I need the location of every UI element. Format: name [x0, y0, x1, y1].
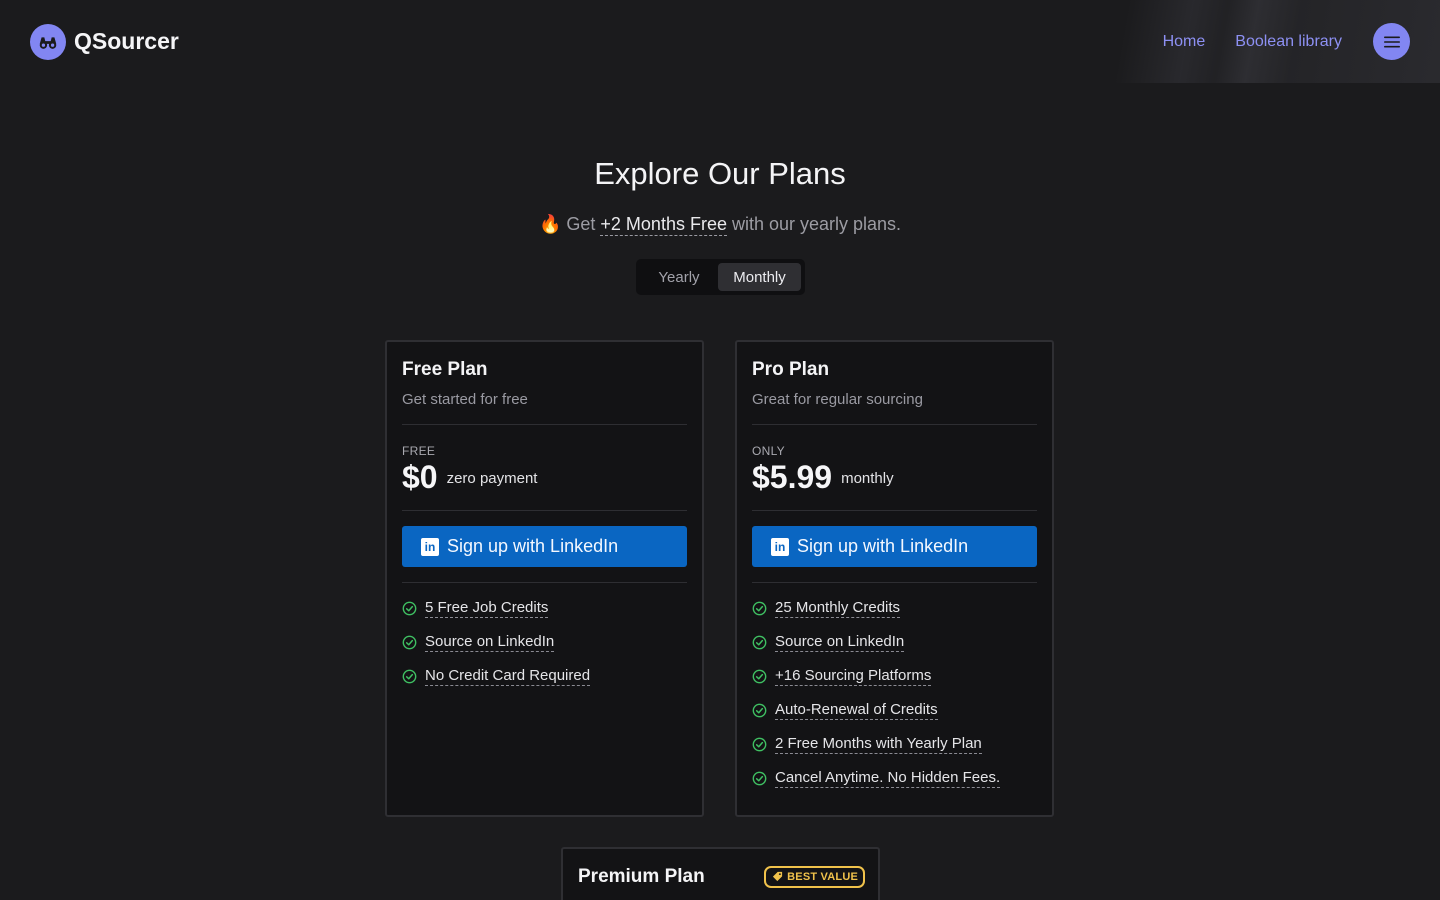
check-circle-icon [752, 771, 767, 785]
feature-text: 5 Free Job Credits [425, 598, 549, 618]
check-circle-icon [402, 669, 417, 683]
main-nav: Home Boolean library [1163, 23, 1410, 60]
signup-label: Sign up with LinkedIn [797, 536, 969, 556]
binoculars-icon [30, 23, 66, 60]
signup-label: Sign up with LinkedIn [447, 536, 619, 556]
feature-text: Cancel Anytime. No Hidden Fees. [775, 768, 1001, 788]
top-header: QSourcer Home Boolean library [0, 0, 1440, 83]
feature-list: 25 Monthly Credits Source on LinkedIn +1… [752, 591, 1037, 795]
menu-button[interactable] [1373, 23, 1410, 60]
check-circle-icon [752, 703, 767, 717]
plan-card-free: Free Plan Get started for free FREE $0 z… [385, 340, 704, 817]
hero-subtitle: 🔥 Get +2 Months Free with our yearly pla… [0, 214, 1440, 236]
divider [752, 510, 1037, 511]
list-item: Source on LinkedIn [402, 625, 687, 659]
feature-text: No Credit Card Required [425, 666, 591, 686]
check-circle-icon [752, 737, 767, 751]
brand[interactable]: QSourcer [30, 23, 179, 60]
plan-card-premium: Premium Plan BEST VALUE [561, 847, 880, 900]
best-value-badge: BEST VALUE [764, 865, 865, 888]
price-row: $5.99 monthly [752, 459, 1037, 496]
divider [752, 424, 1037, 425]
tag-icon [773, 871, 783, 882]
divider [402, 582, 687, 583]
price-value: $0 [402, 459, 438, 495]
billing-toggle: Yearly Monthly [636, 259, 805, 295]
check-circle-icon [752, 669, 767, 683]
fire-icon: 🔥 [538, 214, 562, 234]
feature-text: Auto-Renewal of Credits [775, 700, 938, 720]
check-circle-icon [402, 635, 417, 649]
nav-home-link[interactable]: Home [1163, 33, 1206, 51]
list-item: Cancel Anytime. No Hidden Fees. [752, 761, 1037, 795]
price-value: $5.99 [752, 459, 833, 495]
toggle-monthly[interactable]: Monthly [718, 263, 801, 291]
hamburger-menu-icon [1383, 36, 1400, 47]
price-row: $0 zero payment [402, 459, 687, 496]
subtitle-prefix: Get [566, 214, 596, 234]
divider [402, 510, 687, 511]
plan-header: Premium Plan BEST VALUE [578, 865, 865, 888]
list-item: 25 Monthly Credits [752, 591, 1037, 625]
check-circle-icon [752, 635, 767, 649]
check-circle-icon [752, 601, 767, 615]
plan-name: Pro Plan [752, 359, 830, 380]
plan-card-pro: Pro Plan Great for regular sourcing ONLY… [735, 340, 1054, 817]
brand-name: QSourcer [74, 28, 179, 54]
signup-linkedin-button[interactable]: in Sign up with LinkedIn [402, 526, 687, 567]
signup-linkedin-button[interactable]: in Sign up with LinkedIn [752, 526, 1037, 567]
plan-description: Great for regular sourcing [752, 391, 923, 408]
price-label: FREE [402, 444, 436, 458]
divider [402, 424, 687, 425]
list-item: 2 Free Months with Yearly Plan [752, 727, 1037, 761]
linkedin-icon: in [421, 537, 439, 556]
feature-text: Source on LinkedIn [425, 632, 555, 652]
linkedin-icon: in [771, 537, 789, 556]
plan-description: Get started for free [402, 391, 528, 408]
plan-name: Premium Plan [578, 866, 705, 887]
list-item: 5 Free Job Credits [402, 591, 687, 625]
badge-label: BEST VALUE [787, 870, 858, 883]
feature-list: 5 Free Job Credits Source on LinkedIn No… [402, 591, 687, 693]
free-months-highlight: +2 Months Free [600, 214, 727, 236]
pricing-page: QSourcer Home Boolean library Explore Ou… [0, 0, 1440, 900]
price-note: zero payment [446, 470, 538, 487]
plan-name: Free Plan [402, 359, 488, 380]
page-title: Explore Our Plans [594, 156, 846, 191]
list-item: No Credit Card Required [402, 659, 687, 693]
subtitle-suffix: with our yearly plans. [731, 214, 902, 234]
feature-text: 25 Monthly Credits [775, 598, 901, 618]
check-circle-icon [402, 601, 417, 615]
feature-text: Source on LinkedIn [775, 632, 905, 652]
price-label: ONLY [752, 444, 785, 458]
list-item: Source on LinkedIn [752, 625, 1037, 659]
toggle-yearly[interactable]: Yearly [640, 263, 718, 291]
price-note: monthly [841, 470, 894, 487]
feature-text: +16 Sourcing Platforms [775, 666, 932, 686]
divider [752, 582, 1037, 583]
feature-text: 2 Free Months with Yearly Plan [775, 734, 982, 754]
list-item: Auto-Renewal of Credits [752, 693, 1037, 727]
nav-boolean-library-link[interactable]: Boolean library [1235, 33, 1342, 51]
list-item: +16 Sourcing Platforms [752, 659, 1037, 693]
